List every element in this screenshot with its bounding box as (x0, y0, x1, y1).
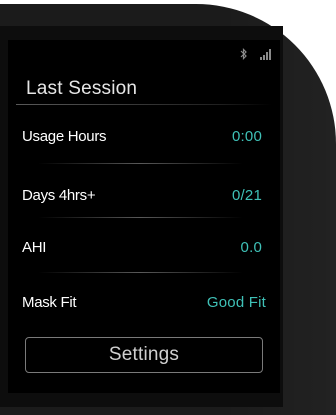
days-4hrs-label: Days 4hrs+ (22, 186, 96, 204)
status-bar (240, 47, 271, 61)
row-divider (38, 272, 243, 273)
mask-fit-row: Mask Fit Good Fit (22, 290, 266, 314)
days-4hrs-row: Days 4hrs+ 0/21 (22, 183, 266, 207)
photo-stage: Last Session Usage Hours 0:00 Days 4hrs+… (0, 0, 336, 415)
ahi-value: 0.0 (240, 238, 262, 256)
usage-hours-label: Usage Hours (22, 127, 107, 145)
device-screen: Last Session Usage Hours 0:00 Days 4hrs+… (8, 40, 280, 393)
days-4hrs-value: 0/21 (232, 186, 262, 204)
settings-button[interactable]: Settings (25, 337, 263, 373)
ahi-label: AHI (22, 238, 47, 256)
ahi-row: AHI 0.0 (22, 235, 266, 259)
cellular-signal-icon (260, 48, 271, 60)
usage-hours-row: Usage Hours 0:00 (22, 124, 266, 148)
bluetooth-icon (240, 48, 247, 60)
page-title: Last Session (26, 78, 138, 99)
usage-hours-value: 0:00 (232, 127, 262, 145)
title-divider (16, 104, 272, 105)
mask-fit-value: Good Fit (206, 293, 266, 311)
mask-fit-label: Mask Fit (22, 293, 77, 311)
row-divider (38, 217, 243, 218)
row-divider (38, 163, 243, 164)
